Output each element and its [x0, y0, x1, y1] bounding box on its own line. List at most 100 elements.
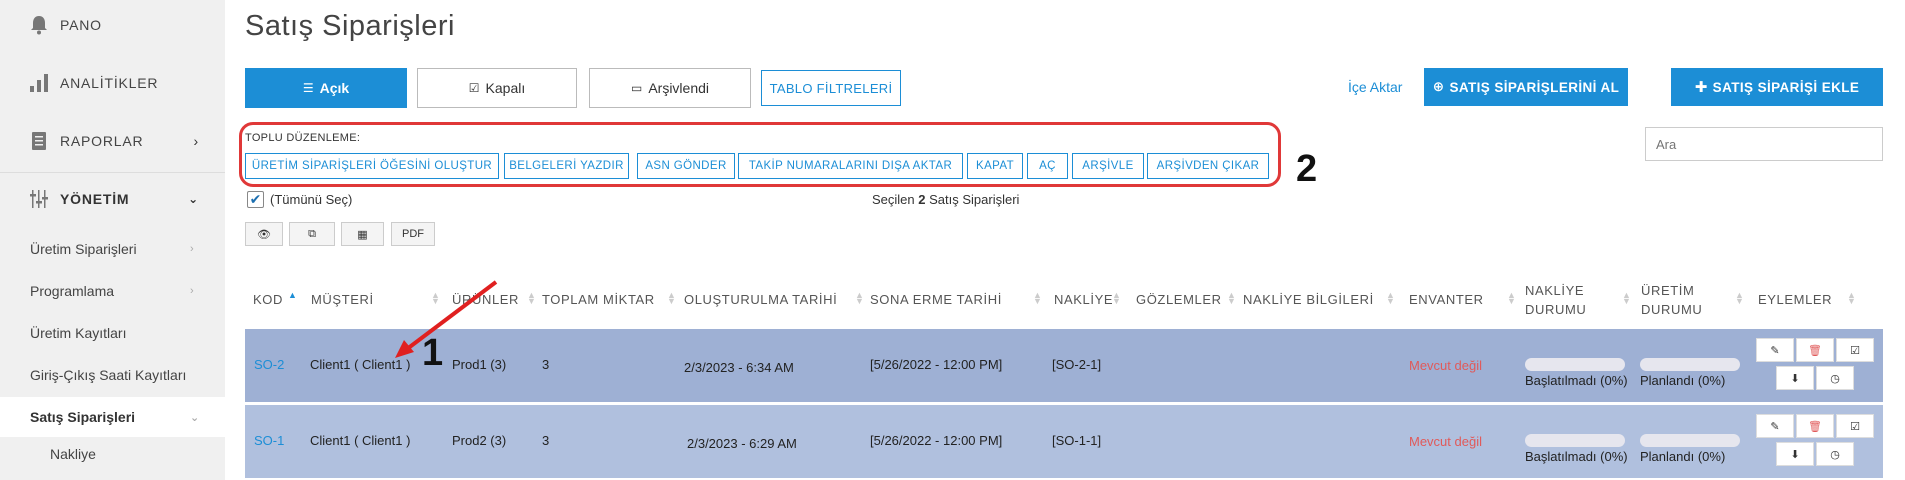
bulk-print-documents-button[interactable]: BELGELERİ YAZDIR	[504, 153, 629, 179]
col-header-uretim-durumu[interactable]: ÜRETİM DURUMU	[1641, 281, 1702, 319]
sidebar-item-label: YÖNETİM	[60, 191, 130, 207]
sort-icon[interactable]: ▲ ▼	[1847, 291, 1856, 306]
total-qty-cell: 3	[542, 433, 550, 448]
tab-acik[interactable]: ☰ Açık	[245, 68, 407, 108]
check-square-icon: ☑	[468, 81, 480, 95]
trash-icon: 🗑	[1808, 420, 1822, 433]
col-header-nakliye[interactable]: NAKLİYE	[1054, 290, 1113, 309]
excel-button[interactable]: ▦	[341, 222, 384, 246]
import-link[interactable]: İçe Aktar	[1348, 79, 1402, 95]
edit-button[interactable]: ✎	[1756, 414, 1794, 438]
col-header-nakliye-durumu[interactable]: NAKLİYE DURUMU	[1525, 281, 1586, 319]
sidebar-item-label: PANO	[60, 17, 102, 33]
delete-button[interactable]: 🗑	[1796, 414, 1834, 438]
search-input[interactable]	[1645, 127, 1883, 161]
history-button[interactable]: ◷	[1816, 366, 1854, 390]
sort-icon[interactable]: ▲ ▼	[1507, 291, 1516, 306]
col-header-kod[interactable]: KOD	[253, 290, 283, 309]
bulk-create-production-orders-button[interactable]: ÜRETİM SİPARİŞLERİ ÖĞESİNİ OLUŞTUR	[245, 153, 499, 179]
tab-kapali[interactable]: ☑ Kapalı	[417, 68, 577, 108]
chevron-right-icon: ›	[190, 285, 194, 297]
sidebar-item-uretim-kayitlari[interactable]: Üretim Kayıtları	[30, 325, 126, 341]
bulk-open-button[interactable]: AÇ	[1027, 153, 1068, 179]
sort-icon[interactable]: ▲ ▼	[1386, 291, 1395, 306]
customer-cell: Client1 ( Client1 )	[310, 357, 411, 372]
col-header-gozlemler[interactable]: GÖZLEMLER	[1136, 290, 1222, 309]
col-header-olusturulma[interactable]: OLUŞTURULMA TARİHİ	[684, 290, 837, 309]
download-button[interactable]: ⬇	[1776, 442, 1814, 466]
customer-cell: Client1 ( Client1 )	[310, 433, 411, 448]
check-icon: ✔	[249, 191, 262, 207]
clock-icon: ◷	[1830, 448, 1840, 461]
bulk-archive-button[interactable]: ARŞİVLE	[1072, 153, 1144, 179]
tab-label: Kapalı	[485, 80, 526, 96]
check-square-icon: ☑	[1850, 344, 1860, 357]
sort-icon[interactable]: ▲ ▼	[1622, 291, 1631, 306]
tab-arsivlendi[interactable]: ▭ Arşivlendi	[589, 68, 751, 108]
sort-icon[interactable]: ▲ ▼	[431, 291, 440, 306]
bulk-edit-label: TOPLU DÜZENLEME:	[245, 132, 361, 144]
history-button[interactable]: ◷	[1816, 442, 1854, 466]
sort-icon[interactable]: ▲ ▼	[1112, 291, 1121, 306]
inventory-status: Mevcut değil	[1409, 358, 1482, 373]
column-visibility-button[interactable]: 👁	[245, 222, 283, 246]
sort-icon[interactable]: ▲	[288, 291, 297, 300]
sort-icon[interactable]: ▲ ▼	[1227, 291, 1236, 306]
order-code-link[interactable]: SO-1	[254, 433, 284, 448]
edit-icon: ✎	[1770, 420, 1780, 433]
pdf-button[interactable]: PDF	[391, 222, 435, 246]
bulk-export-tracking-button[interactable]: TAKİP NUMARALARINI DIŞA AKTAR	[738, 153, 963, 179]
sort-icon[interactable]: ▲ ▼	[667, 291, 676, 306]
order-code-link[interactable]: SO-2	[254, 357, 284, 372]
selected-count-text: Seçilen 2 Satış Siparişleri	[872, 192, 1019, 207]
table-icon: ▦	[357, 228, 368, 241]
sidebar-item-satis-siparisleri[interactable]: Satış Siparişleri ⌄	[30, 409, 199, 425]
download-button[interactable]: ⬇	[1776, 366, 1814, 390]
chevron-right-icon: ›	[193, 133, 199, 149]
divider	[0, 172, 225, 173]
edit-button[interactable]: ✎	[1756, 338, 1794, 362]
sidebar-item-label: Üretim Siparişleri	[30, 241, 137, 257]
copy-button[interactable]: ⧉	[289, 222, 335, 246]
sort-icon[interactable]: ▲ ▼	[527, 291, 536, 306]
col-header-urunler[interactable]: ÜRÜNLER	[452, 290, 519, 309]
created-date-cell: 2/3/2023 - 6:34 AM	[684, 360, 794, 375]
delete-button[interactable]: 🗑	[1796, 338, 1834, 362]
sort-icon[interactable]: ▲ ▼	[855, 291, 864, 306]
sidebar-item-uretim-siparisleri[interactable]: Üretim Siparişleri ›	[30, 241, 194, 257]
select-all-checkbox[interactable]: ✔	[247, 191, 264, 208]
table-row[interactable]: SO-2 Client1 ( Client1 ) Prod1 (3) 3 2/3…	[245, 329, 1883, 402]
complete-button[interactable]: ☑	[1836, 414, 1874, 438]
sidebar-item-nakliye[interactable]: Nakliye	[50, 446, 96, 462]
sort-icon[interactable]: ▲ ▼	[1033, 291, 1042, 306]
bar-chart-icon	[28, 72, 50, 94]
bulk-close-button[interactable]: KAPAT	[967, 153, 1023, 179]
fetch-sales-orders-button[interactable]: ⊕ SATIŞ SİPARİŞLERİNİ AL	[1424, 68, 1628, 106]
sidebar-item-programlama[interactable]: Programlama ›	[30, 283, 194, 299]
shipment-cell[interactable]: [SO-1-1]	[1052, 433, 1101, 448]
sidebar-item-analitikler[interactable]: ANALİTİKLER	[0, 72, 225, 94]
col-header-nakliye-bilgileri[interactable]: NAKLİYE BİLGİLERİ	[1243, 290, 1374, 309]
bulk-send-asn-button[interactable]: ASN GÖNDER	[637, 153, 735, 179]
bulk-unarchive-button[interactable]: ARŞİVDEN ÇIKAR	[1147, 153, 1269, 179]
complete-button[interactable]: ☑	[1836, 338, 1874, 362]
shipment-cell[interactable]: [SO-2-1]	[1052, 357, 1101, 372]
sidebar-item-yonetim[interactable]: YÖNETİM ⌄	[0, 188, 225, 210]
col-header-sona-erme[interactable]: SONA ERME TARİHİ	[870, 290, 1002, 309]
sort-icon[interactable]: ▲ ▼	[1735, 291, 1744, 306]
add-sales-order-button[interactable]: ✚ SATIŞ SİPARİŞİ EKLE	[1671, 68, 1883, 106]
sidebar-item-label: Üretim Kayıtları	[30, 325, 127, 341]
sidebar-item-pano[interactable]: PANO	[0, 14, 225, 36]
table-filters-button[interactable]: TABLO FİLTRELERİ	[761, 70, 901, 106]
col-header-envanter[interactable]: ENVANTER	[1409, 290, 1484, 309]
products-cell: Prod2 (3)	[452, 433, 507, 448]
copy-icon: ⧉	[308, 227, 316, 240]
report-icon	[28, 130, 50, 152]
sidebar-item-label: Satış Siparişleri	[30, 409, 136, 425]
table-row[interactable]: SO-1 Client1 ( Client1 ) Prod2 (3) 3 2/3…	[245, 405, 1883, 478]
products-cell: Prod1 (3)	[452, 357, 507, 372]
col-header-toplam-miktar[interactable]: TOPLAM MİKTAR	[542, 290, 655, 309]
col-header-musteri[interactable]: MÜŞTERİ	[311, 290, 374, 309]
sidebar-item-giris-cikis[interactable]: Giriş-Çıkış Saati Kayıtları	[30, 367, 186, 383]
sidebar-item-raporlar[interactable]: RAPORLAR ›	[0, 130, 225, 152]
